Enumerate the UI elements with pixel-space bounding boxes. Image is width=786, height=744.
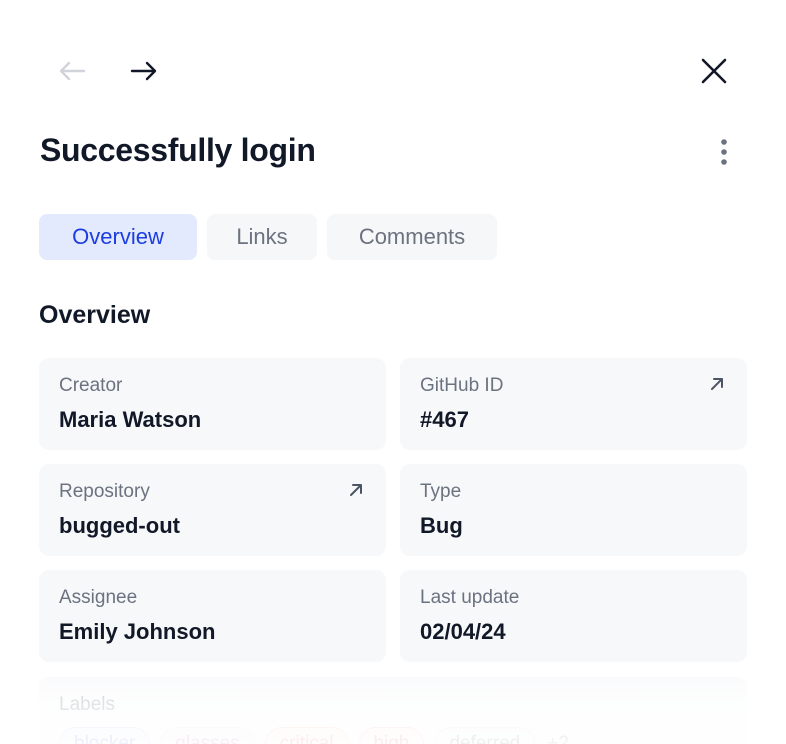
- github-link-button[interactable]: [707, 374, 727, 394]
- field-label: Labels: [59, 694, 115, 715]
- tab-bar: Overview Links Comments: [39, 214, 497, 260]
- tab-comments[interactable]: Comments: [327, 214, 497, 260]
- label-chip-critical[interactable]: critical: [264, 727, 349, 744]
- issue-detail-panel: Successfully login Overview Links Commen…: [0, 0, 786, 744]
- more-labels-count[interactable]: +2: [545, 733, 569, 744]
- panel-toolbar: [54, 50, 732, 92]
- label-chip-glasses[interactable]: glasses: [160, 727, 255, 744]
- field-value: #467: [420, 407, 469, 432]
- tab-overview[interactable]: Overview: [39, 214, 197, 260]
- repository-link-button[interactable]: [346, 480, 366, 500]
- more-options-button[interactable]: [712, 134, 736, 170]
- field-label: Assignee: [59, 587, 138, 608]
- field-card-type: Type Bug: [400, 464, 747, 556]
- field-value: bugged-out: [59, 513, 180, 538]
- field-label: Type: [420, 481, 462, 502]
- field-card-github-id: GitHub ID #467: [400, 358, 747, 450]
- close-button[interactable]: [696, 50, 732, 92]
- field-value: Emily Johnson: [59, 619, 216, 644]
- more-vertical-icon: [721, 139, 727, 165]
- field-label: Creator: [59, 375, 123, 396]
- back-button[interactable]: [54, 50, 90, 92]
- arrow-up-right-icon: [711, 378, 723, 390]
- field-card-last-update: Last update 02/04/24: [400, 570, 747, 662]
- field-label: Repository: [59, 481, 150, 502]
- page-title: Successfully login: [40, 132, 316, 168]
- label-chips: blocker glasses critical high deferred +…: [59, 727, 727, 744]
- tab-links[interactable]: Links: [207, 214, 317, 260]
- label-chip-blocker[interactable]: blocker: [59, 727, 151, 744]
- arrow-up-right-icon: [350, 484, 362, 496]
- labels-card: Labels blocker glasses critical high def…: [39, 677, 747, 744]
- section-title: Overview: [39, 301, 151, 329]
- label-chip-deferred[interactable]: deferred: [434, 727, 536, 744]
- field-value: Bug: [420, 513, 463, 538]
- field-card-repository: Repository bugged-out: [39, 464, 386, 556]
- title-row: Successfully login: [40, 128, 746, 178]
- arrow-right-icon: [130, 61, 157, 81]
- label-chip-high[interactable]: high: [358, 727, 425, 744]
- field-value: Maria Watson: [59, 407, 202, 432]
- field-label: GitHub ID: [420, 375, 504, 396]
- field-label: Last update: [420, 587, 520, 608]
- forward-button[interactable]: [126, 50, 162, 92]
- close-icon: [701, 58, 727, 84]
- overview-fields: Creator Maria Watson GitHub ID #467 Repo…: [39, 358, 747, 662]
- field-value: 02/04/24: [420, 619, 506, 644]
- arrow-left-icon: [59, 61, 86, 81]
- field-card-creator: Creator Maria Watson: [39, 358, 386, 450]
- field-card-assignee: Assignee Emily Johnson: [39, 570, 386, 662]
